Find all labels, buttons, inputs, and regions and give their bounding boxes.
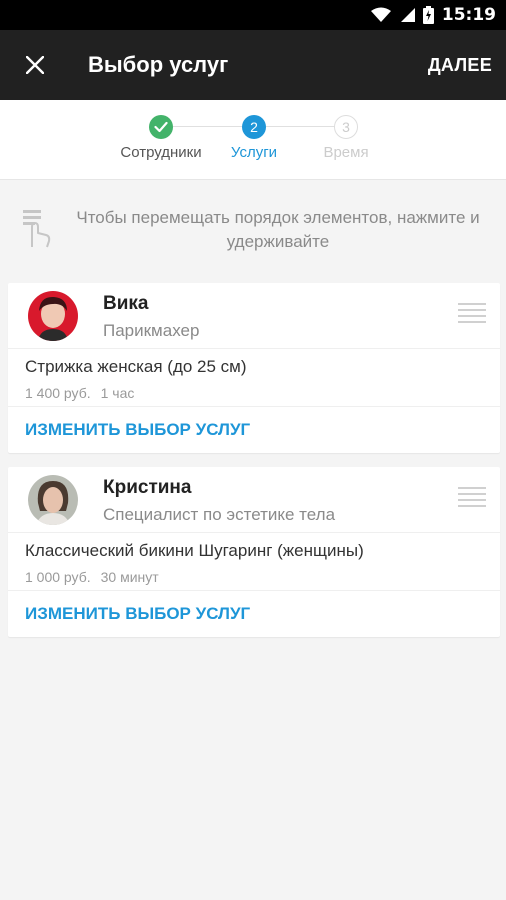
step-time: 3 Время bbox=[286, 115, 406, 161]
change-services-button[interactable]: ИЗМЕНИТЬ ВЫБОР УСЛУГ bbox=[8, 591, 500, 637]
service-price: 1 400 руб. bbox=[25, 385, 91, 401]
hint-text: Чтобы перемещать порядок элементов, нажм… bbox=[76, 208, 480, 251]
step-number: 3 bbox=[334, 115, 358, 139]
employee-name: Вика bbox=[103, 293, 149, 314]
employee-role: Парикмахер bbox=[103, 321, 200, 340]
step-label: Сотрудники bbox=[120, 144, 202, 161]
service-meta: 1 400 руб. 1 час bbox=[25, 385, 483, 401]
step-label: Услуги bbox=[230, 144, 278, 161]
avatar bbox=[28, 291, 78, 341]
card-header: Вика Парикмахер bbox=[8, 283, 500, 349]
avatar bbox=[28, 475, 78, 525]
employee-card: Кристина Специалист по эстетике тела Кла… bbox=[8, 467, 500, 637]
app-bar: Выбор услуг ДАЛЕЕ bbox=[0, 30, 506, 100]
service-name: Стрижка женская (до 25 см) bbox=[25, 357, 247, 376]
reorder-hint: Чтобы перемещать порядок элементов, нажм… bbox=[0, 190, 506, 270]
drag-handle-icon[interactable] bbox=[458, 487, 486, 511]
service-meta: 1 000 руб. 30 минут bbox=[25, 569, 483, 585]
service-price: 1 000 руб. bbox=[25, 569, 91, 585]
next-button[interactable]: ДАЛЕЕ bbox=[414, 30, 506, 100]
step-number: 2 bbox=[242, 115, 266, 139]
change-services-button[interactable]: ИЗМЕНИТЬ ВЫБОР УСЛУГ bbox=[8, 407, 500, 453]
check-icon bbox=[149, 115, 173, 139]
drag-handle-icon[interactable] bbox=[458, 303, 486, 327]
status-bar: 15:19 bbox=[0, 0, 506, 30]
stepper: Сотрудники 2 Услуги 3 Время bbox=[0, 100, 506, 180]
service-duration: 1 час bbox=[100, 385, 135, 401]
status-time: 15:19 bbox=[441, 5, 496, 25]
close-button[interactable] bbox=[0, 30, 70, 100]
employee-name: Кристина bbox=[103, 477, 192, 498]
employee-card: Вика Парикмахер Стрижка женская (до 25 с… bbox=[8, 283, 500, 453]
service-duration: 30 минут bbox=[100, 569, 159, 585]
card-header: Кристина Специалист по эстетике тела bbox=[8, 467, 500, 533]
employee-role: Специалист по эстетике тела bbox=[103, 505, 336, 524]
step-label: Время bbox=[323, 144, 369, 161]
wifi-icon bbox=[370, 7, 391, 22]
touch-hold-icon bbox=[20, 207, 60, 254]
service-name: Классический бикини Шугаринг (женщины) bbox=[25, 541, 364, 560]
page-title: Выбор услуг bbox=[88, 52, 229, 77]
service-item: Стрижка женская (до 25 см) 1 400 руб. 1 ч… bbox=[8, 349, 500, 407]
battery-charging-icon bbox=[422, 6, 434, 24]
service-item: Классический бикини Шугаринг (женщины) 1… bbox=[8, 533, 500, 591]
signal-icon bbox=[400, 8, 415, 22]
close-icon bbox=[26, 56, 44, 74]
